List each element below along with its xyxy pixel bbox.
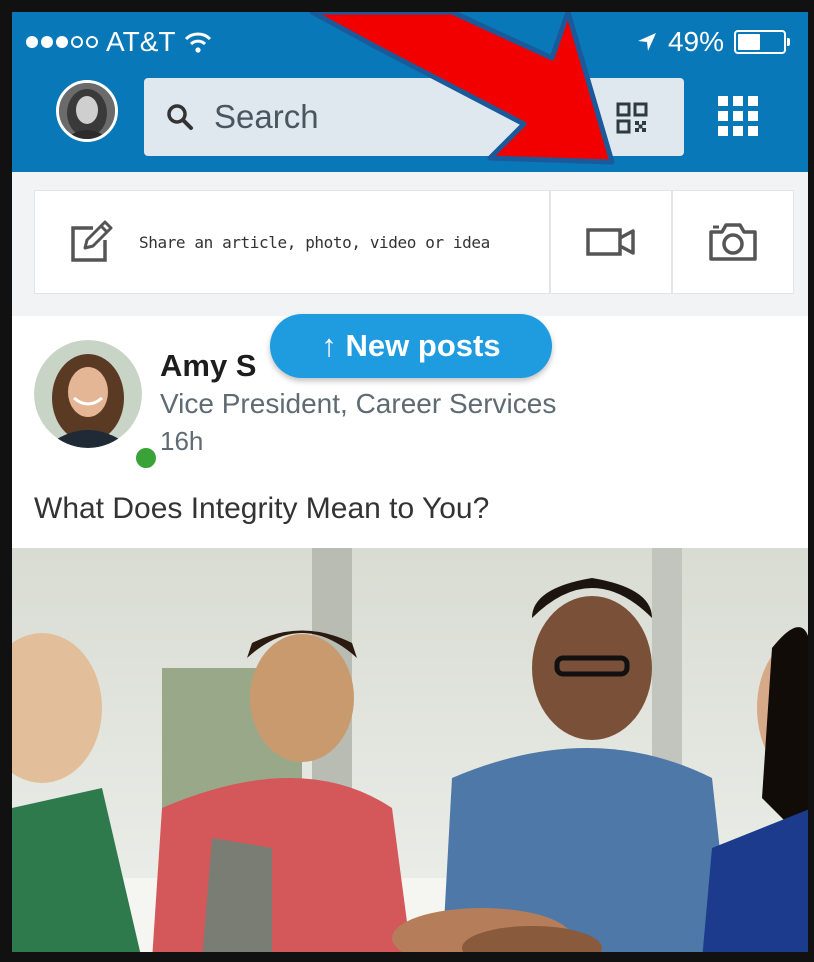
battery-icon: [734, 30, 790, 54]
carrier-label: AT&T: [106, 26, 176, 57]
apps-grid-icon[interactable]: [716, 94, 760, 138]
profile-avatar[interactable]: [56, 80, 118, 142]
status-bar-right: 49%: [636, 26, 790, 58]
author-name[interactable]: Amy S: [160, 348, 256, 384]
online-status-indicator: [132, 444, 160, 472]
screenshot-frame: AT&T 49% Search Share an article, photo,…: [0, 0, 814, 962]
wifi-icon: [185, 32, 212, 53]
author-avatar[interactable]: [34, 340, 160, 472]
frame-edge: [0, 920, 12, 962]
author-title: Vice President, Career Services: [160, 388, 557, 419]
feed-post: Amy S Vice President, Career Services 16…: [12, 316, 808, 952]
new-posts-button[interactable]: ↑ New posts: [270, 314, 552, 378]
top-header: AT&T 49% Search: [12, 12, 808, 172]
location-arrow-icon: [637, 33, 656, 51]
qr-code-icon[interactable]: [616, 102, 648, 134]
post-image[interactable]: [12, 548, 808, 952]
share-box: Share an article, photo, video or idea: [34, 190, 794, 294]
share-post-button[interactable]: Share an article, photo, video or idea: [35, 191, 549, 293]
battery-percent: 49%: [667, 26, 724, 57]
app-screen: AT&T 49% Search Share an article, photo,…: [12, 12, 808, 952]
compose-icon: [71, 220, 113, 262]
video-camera-icon: [586, 228, 635, 256]
video-button[interactable]: [549, 191, 671, 293]
signal-strength-icon: [26, 36, 98, 48]
status-bar-left: AT&T: [26, 26, 213, 58]
search-input[interactable]: Search: [144, 78, 684, 156]
search-icon: [167, 104, 193, 130]
photo-button[interactable]: [671, 191, 793, 293]
post-headline[interactable]: What Does Integrity Mean to You?: [34, 492, 489, 526]
search-placeholder: Search: [214, 98, 319, 135]
camera-icon: [709, 223, 757, 261]
share-prompt: Share an article, photo, video or idea: [139, 232, 490, 252]
battery-fill: [738, 34, 760, 50]
post-timestamp: 16h: [160, 426, 204, 456]
